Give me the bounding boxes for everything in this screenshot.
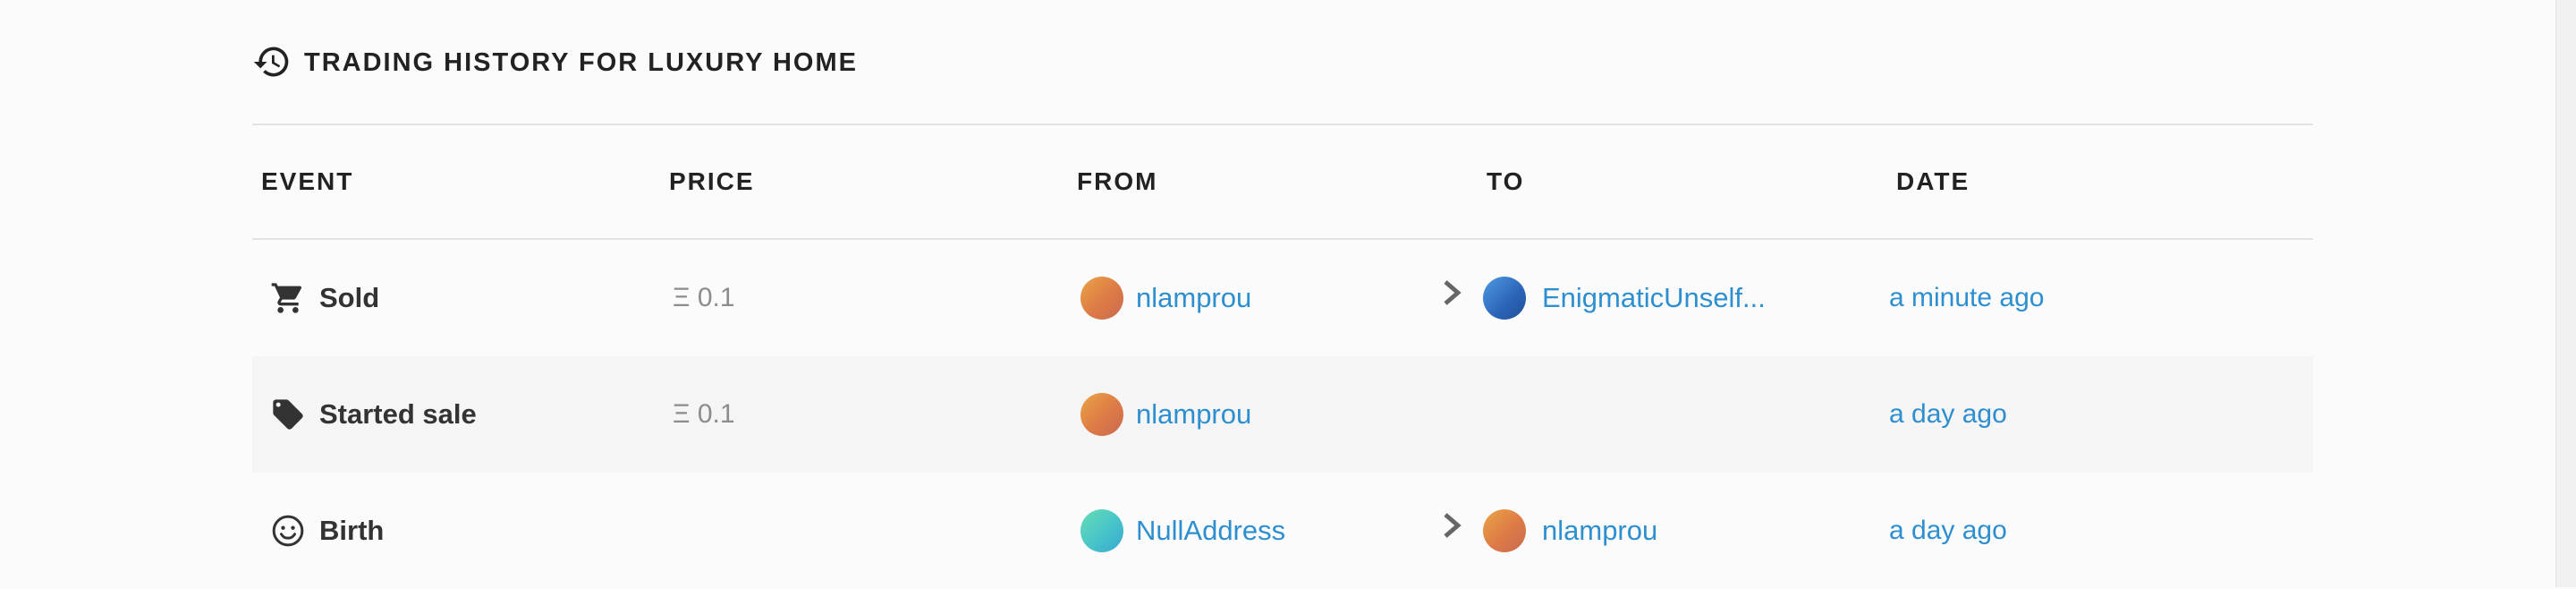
event-label: Birth xyxy=(319,515,385,546)
date-link[interactable]: a day ago xyxy=(1889,399,2007,430)
from-user-link[interactable]: nlamprou xyxy=(1136,398,1251,431)
from-user-link[interactable]: NullAddress xyxy=(1136,515,1285,547)
to-user-link[interactable]: nlamprou xyxy=(1542,515,1657,547)
date-link[interactable]: a day ago xyxy=(1889,516,2007,546)
avatar[interactable] xyxy=(1080,509,1123,552)
price-value: Ξ 0.1 xyxy=(673,283,735,312)
avatar[interactable] xyxy=(1080,277,1123,320)
avatar[interactable] xyxy=(1080,393,1123,436)
avatar[interactable] xyxy=(1483,509,1526,552)
section-title: TRADING HISTORY FOR LUXURY HOME xyxy=(304,47,858,77)
price-value: Ξ 0.1 xyxy=(673,399,735,429)
table-row: Started sale Ξ 0.1 nlamprou a day ago xyxy=(252,356,2313,473)
date-link[interactable]: a minute ago xyxy=(1889,283,2044,313)
section-header: TRADING HISTORY FOR LUXURY HOME xyxy=(252,0,2313,125)
from-user-link[interactable]: nlamprou xyxy=(1136,282,1251,314)
chevron-right-icon xyxy=(1444,280,1462,305)
trading-history-panel: TRADING HISTORY FOR LUXURY HOME EVENT PR… xyxy=(252,0,2313,589)
event-label: Started sale xyxy=(319,398,477,430)
column-header-price: PRICE xyxy=(669,167,755,195)
vertical-scrollbar[interactable] xyxy=(2555,0,2576,587)
history-icon xyxy=(253,47,289,77)
tag-icon xyxy=(273,399,303,430)
column-header-to: TO xyxy=(1487,167,1525,195)
chevron-right-icon xyxy=(1444,513,1462,538)
column-header-from: FROM xyxy=(1077,167,1158,195)
cart-icon xyxy=(271,283,302,313)
event-label: Sold xyxy=(319,282,380,313)
smile-icon xyxy=(272,515,304,547)
column-header-event: EVENT xyxy=(261,167,354,195)
to-user-link[interactable]: EnigmaticUnself... xyxy=(1542,282,1766,314)
column-header-date: DATE xyxy=(1896,167,1970,195)
table-row: Birth NullAddress nlamprou a day ago xyxy=(252,473,2313,589)
table-header: EVENT PRICE FROM TO DATE xyxy=(252,125,2313,240)
avatar[interactable] xyxy=(1483,277,1526,320)
table-row: Sold Ξ 0.1 nlamprou EnigmaticUnself... a… xyxy=(252,240,2313,356)
